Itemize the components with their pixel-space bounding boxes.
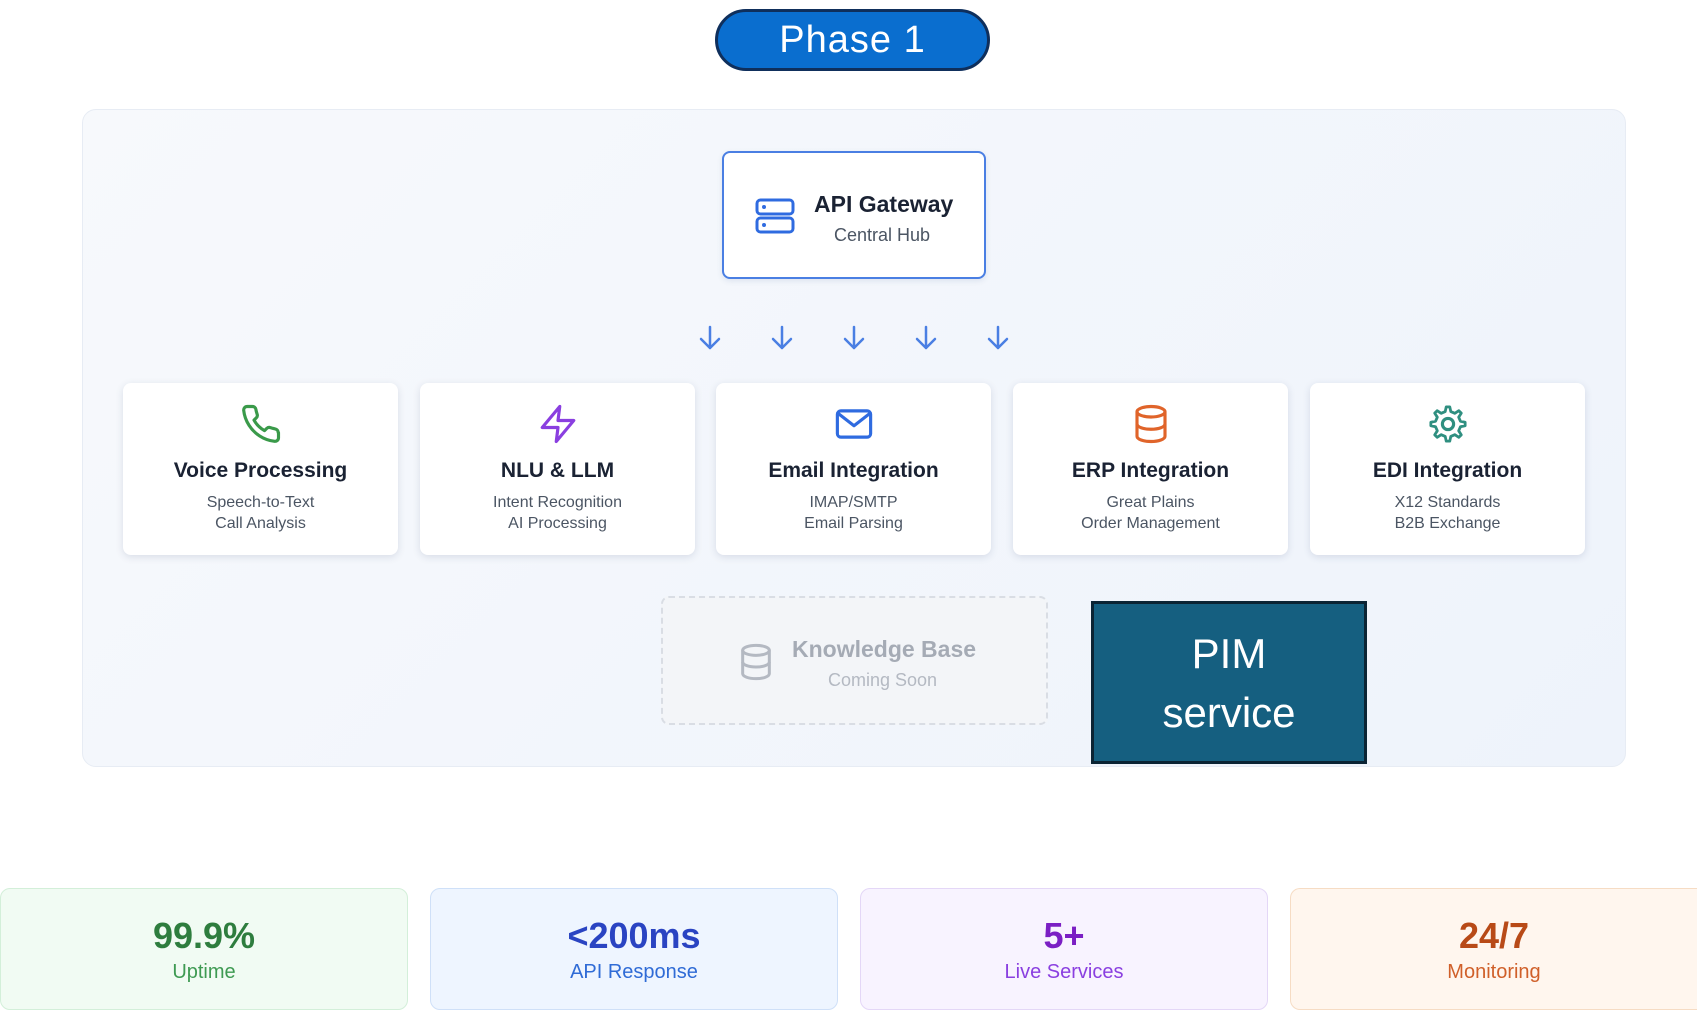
stat-value: 99.9% <box>152 915 256 956</box>
gateway-subtitle: Central Hub <box>834 225 931 245</box>
service-detail: Order Management <box>1081 515 1220 532</box>
database-icon <box>1135 404 1167 444</box>
knowledge-base-card: Knowledge Base Coming Soon <box>661 596 1048 725</box>
stat-label: Monitoring <box>1447 961 1541 983</box>
service-card-nlu: NLU & LLM Intent Recognition AI Processi… <box>420 383 695 555</box>
arrow-down-icon <box>843 325 865 350</box>
service-title: Voice Processing <box>173 459 348 482</box>
stat-value: <200ms <box>567 915 701 956</box>
service-card-erp: ERP Integration Great Plains Order Manag… <box>1013 383 1288 555</box>
arrow-down-icon <box>771 325 793 350</box>
service-detail: Email Parsing <box>804 515 903 532</box>
stat-value: 24/7 <box>1458 915 1530 956</box>
api-gateway-card: API Gateway Central Hub <box>722 151 986 279</box>
stat-card-api-response: <200ms API Response <box>430 888 838 1010</box>
pim-label-line2: service <box>1162 688 1296 736</box>
service-detail: Speech-to-Text <box>206 494 315 511</box>
service-card-voice: Voice Processing Speech-to-Text Call Ana… <box>123 383 398 555</box>
stat-card-uptime: 99.9% Uptime <box>0 888 408 1010</box>
service-title: Email Integration <box>768 459 939 482</box>
pim-label-line1: PIM <box>1191 629 1267 677</box>
knowledge-base-title: Knowledge Base <box>792 636 977 662</box>
service-detail: B2B Exchange <box>1394 515 1501 532</box>
stat-card-monitoring: 24/7 Monitoring <box>1290 888 1697 1010</box>
arrow-down-icon <box>699 325 721 350</box>
service-detail: AI Processing <box>508 515 607 532</box>
stat-label: Uptime <box>172 961 236 983</box>
gateway-title: API Gateway <box>814 191 954 217</box>
arrow-down-icon <box>915 325 937 350</box>
service-detail: Intent Recognition <box>493 494 622 511</box>
service-detail: X12 Standards <box>1394 494 1501 511</box>
stat-value: 5+ <box>1043 915 1085 956</box>
database-icon <box>741 643 771 681</box>
knowledge-base-subtitle: Coming Soon <box>828 670 938 690</box>
lightning-icon <box>540 404 576 444</box>
service-card-edi: EDI Integration X12 Standards B2B Exchan… <box>1310 383 1585 555</box>
service-detail: IMAP/SMTP <box>809 494 898 511</box>
phase-label: Phase 1 <box>715 9 990 71</box>
stat-label: Live Services <box>1004 961 1124 983</box>
service-card-email: Email Integration IMAP/SMTP Email Parsin… <box>716 383 991 555</box>
service-detail: Call Analysis <box>215 515 306 532</box>
service-title: EDI Integration <box>1372 459 1523 482</box>
phone-icon <box>242 404 281 443</box>
gear-icon <box>1429 405 1467 443</box>
stat-card-live-services: 5+ Live Services <box>860 888 1268 1010</box>
arrow-down-icon <box>987 325 1009 350</box>
service-title: NLU & LLM <box>500 459 615 482</box>
pim-service-box: PIM service <box>1091 601 1367 764</box>
server-icon <box>755 198 795 234</box>
service-title: ERP Integration <box>1071 459 1230 482</box>
mail-icon <box>835 409 873 439</box>
stat-label: API Response <box>570 961 698 983</box>
service-detail: Great Plains <box>1106 494 1195 511</box>
